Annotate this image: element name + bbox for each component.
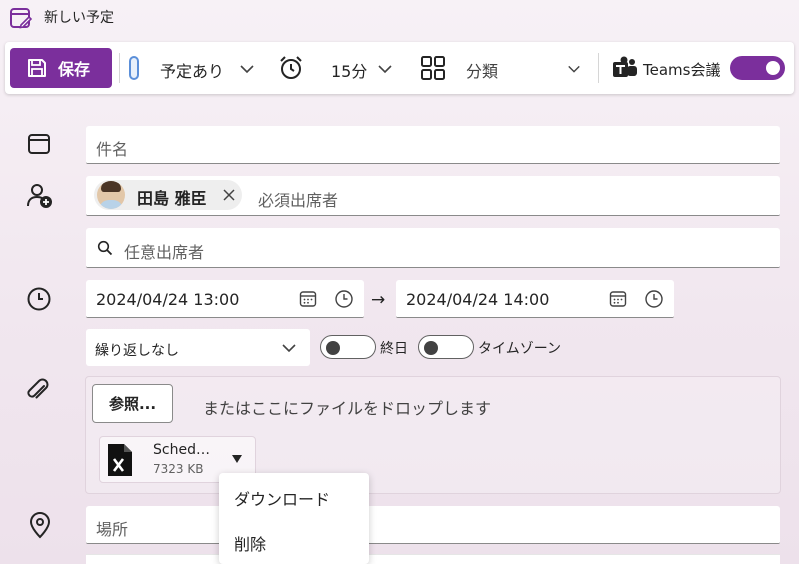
attachment-name: Sched…	[153, 442, 210, 458]
attachment-size: 7323 KB	[153, 462, 204, 476]
toolbar: 保存 予定あり 15分 分類 Teams会議	[5, 42, 794, 94]
teams-toggle[interactable]	[730, 56, 785, 80]
drop-hint: またはここにファイルをドロップします	[203, 399, 492, 418]
attachment-drop-area[interactable]: 参照... またはここにファイルをドロップします Sched… 7323 KB	[85, 376, 781, 494]
clock-icon	[27, 287, 51, 311]
toggle-knob	[424, 341, 438, 355]
end-datetime-field[interactable]: 2024/04/24 14:00	[396, 280, 674, 318]
toggle-knob	[766, 61, 780, 75]
chevron-down-icon	[282, 344, 296, 353]
chevron-down-icon	[568, 65, 580, 73]
location-placeholder: 場所	[96, 520, 129, 539]
start-datetime: 2024/04/24 13:00	[96, 290, 240, 309]
time-picker-icon[interactable]	[334, 289, 354, 309]
chevron-down-icon	[378, 65, 392, 74]
delete-label: 削除	[234, 535, 267, 554]
delete-menu-item[interactable]: 削除	[219, 519, 369, 564]
toolbar-separator	[119, 53, 120, 83]
toggle-knob	[326, 341, 340, 355]
show-as-label: 予定あり	[160, 62, 225, 81]
teams-icon	[613, 56, 637, 77]
all-day-label: 終日	[380, 341, 408, 357]
title-placeholder: 件名	[96, 140, 129, 159]
body-editor[interactable]	[86, 554, 780, 564]
required-placeholder: 必須出席者	[258, 191, 339, 210]
chevron-down-icon	[240, 65, 254, 74]
optional-placeholder: 任意出席者	[124, 243, 205, 262]
attendee-name: 田島 雅臣	[137, 189, 207, 208]
reminder-label: 15分	[331, 62, 368, 81]
attendee-chip[interactable]: 田島 雅臣	[94, 180, 242, 210]
category-grid-icon	[421, 56, 445, 80]
timezone-toggle[interactable]	[418, 335, 474, 359]
attachment-context-menu: ダウンロード 削除	[219, 473, 369, 564]
save-icon	[28, 59, 46, 77]
category-dropdown[interactable]: 分類	[415, 48, 590, 88]
browse-label: 参照...	[108, 395, 157, 413]
time-picker-icon[interactable]	[644, 289, 664, 309]
category-label: 分類	[466, 62, 499, 81]
calendar-icon[interactable]	[299, 290, 317, 308]
excel-file-icon	[108, 444, 132, 476]
end-datetime: 2024/04/24 14:00	[406, 290, 550, 309]
toolbar-separator	[598, 53, 599, 83]
title-calendar-icon	[28, 134, 50, 154]
alarm-clock-icon	[280, 56, 302, 79]
attachment-menu-caret-icon[interactable]	[231, 454, 243, 464]
location-field[interactable]: 場所	[86, 506, 780, 544]
download-label: ダウンロード	[234, 490, 331, 509]
download-menu-item[interactable]: ダウンロード	[219, 473, 369, 519]
title-bar: 新しい予定	[0, 0, 799, 36]
show-as-dropdown[interactable]: 予定あり	[125, 48, 265, 88]
recurrence-label: 繰り返しなし	[95, 343, 179, 359]
all-day-toggle[interactable]	[320, 335, 376, 359]
recurrence-dropdown[interactable]: 繰り返しなし	[86, 329, 310, 366]
reminder-dropdown[interactable]: 15分	[273, 48, 399, 88]
location-pin-icon	[29, 511, 51, 539]
show-as-status-bar	[129, 56, 139, 80]
search-icon	[97, 240, 113, 256]
required-attendees-field[interactable]: 田島 雅臣 必須出席者	[86, 176, 780, 216]
add-person-icon	[27, 184, 52, 208]
optional-attendees-field[interactable]: 任意出席者	[86, 228, 780, 268]
timezone-label: タイムゾーン	[478, 341, 562, 357]
start-datetime-field[interactable]: 2024/04/24 13:00	[86, 280, 364, 318]
browse-button[interactable]: 参照...	[92, 384, 173, 423]
save-button[interactable]: 保存	[10, 48, 112, 88]
paperclip-icon	[27, 378, 49, 399]
teams-label: Teams会議	[643, 61, 721, 79]
avatar	[97, 181, 125, 209]
save-label: 保存	[58, 60, 91, 79]
date-range-arrow: →	[371, 290, 386, 310]
remove-attendee-icon[interactable]	[223, 189, 235, 201]
calendar-edit-icon	[10, 8, 33, 29]
title-field[interactable]: 件名	[86, 126, 780, 164]
calendar-icon[interactable]	[609, 290, 627, 308]
window-title: 新しい予定	[44, 10, 114, 26]
